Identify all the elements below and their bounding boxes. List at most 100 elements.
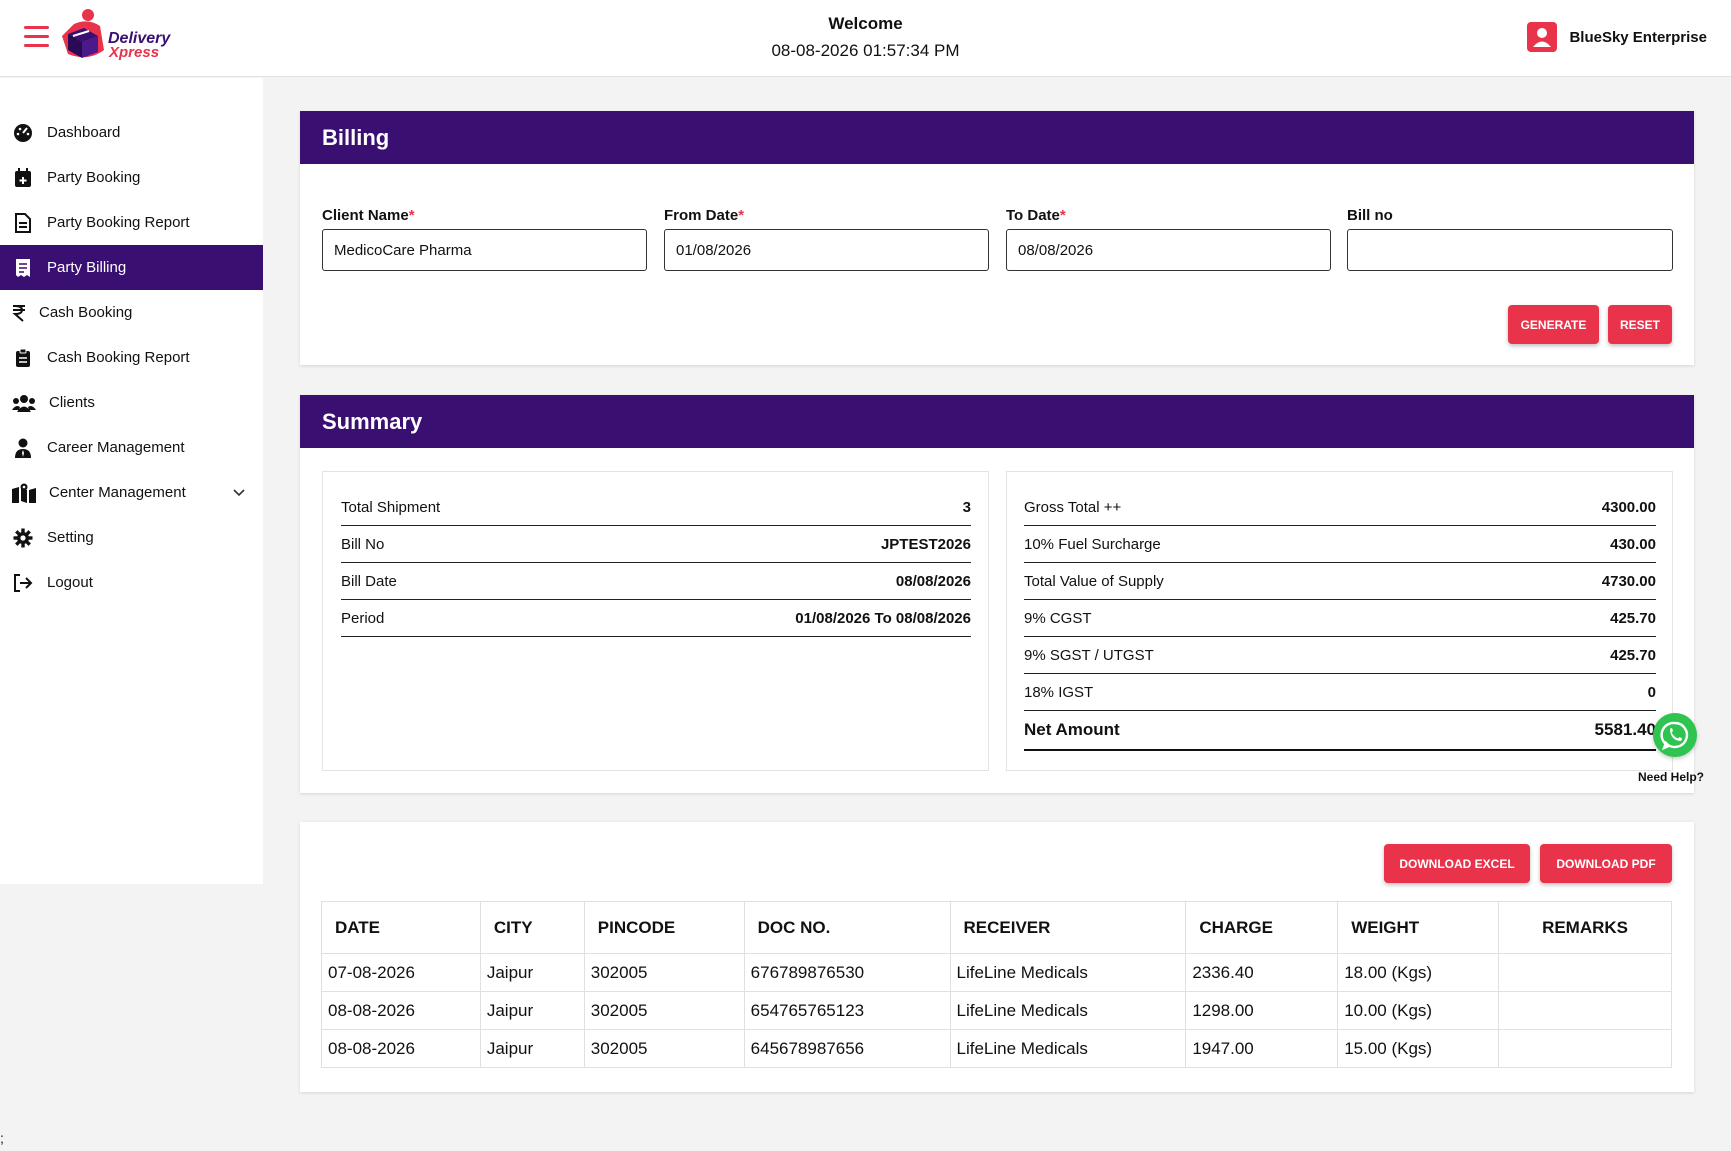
table-cell: 1947.00 (1185, 1029, 1339, 1068)
sidebar-item-label: Dashboard (47, 124, 121, 141)
sidebar-item-logout[interactable]: Logout (0, 560, 263, 605)
table-cell: 2336.40 (1185, 953, 1339, 992)
table-cell: 08-08-2026 (321, 1029, 481, 1068)
download-pdf-button[interactable]: DOWNLOAD PDF (1540, 844, 1672, 883)
summary-value: 4730.00 (1601, 572, 1656, 590)
summary-label: 9% SGST / UTGST (1024, 646, 1154, 664)
table-row: 07-08-2026 Jaipur 302005 676789876530 Li… (321, 953, 1672, 992)
sidebar-item-label: Cash Booking (39, 304, 133, 321)
user-icon (1527, 22, 1558, 52)
net-amount-value: 5581.40 (1594, 720, 1656, 739)
sidebar-item-label: Career Management (47, 439, 185, 456)
column-header[interactable]: CITY (479, 901, 585, 954)
map-icon (12, 483, 36, 503)
sidebar-item-label: Clients (49, 394, 95, 411)
table-cell: 645678987656 (743, 1029, 951, 1068)
table-cell: 302005 (583, 991, 745, 1030)
to-date-label: To Date* (1006, 207, 1066, 224)
table-cell: LifeLine Medicals (949, 991, 1187, 1030)
sidebar-item-party-booking[interactable]: Party Booking (0, 155, 263, 200)
column-header[interactable]: RECEIVER (949, 901, 1187, 954)
column-header[interactable]: REMARKS (1498, 901, 1672, 954)
user-menu[interactable]: BlueSky Enterprise (1527, 22, 1707, 52)
reset-button[interactable]: RESET (1608, 305, 1672, 344)
to-date-label-text: To Date (1006, 207, 1060, 224)
sidebar-item-dashboard[interactable]: Dashboard (0, 110, 263, 155)
whatsapp-icon[interactable] (1653, 713, 1697, 757)
billing-card: Billing Client Name* From Date* To Date*… (300, 111, 1694, 365)
summary-label: Bill Date (341, 572, 397, 590)
current-datetime: 08-08-2026 01:57:34 PM (771, 41, 960, 60)
net-amount-row: Net Amount 5581.40 (1024, 711, 1656, 751)
column-header[interactable]: CHARGE (1185, 901, 1339, 954)
sidebar-item-center-management[interactable]: Center Management (0, 470, 263, 515)
from-date-label: From Date* (664, 207, 744, 224)
table-cell: 302005 (583, 953, 745, 992)
table-row: 08-08-2026 Jaipur 302005 645678987656 Li… (321, 1029, 1672, 1068)
sidebar-item-party-billing[interactable]: Party Billing (0, 245, 263, 290)
summary-label: Bill No (341, 535, 385, 553)
column-header[interactable]: DATE (321, 901, 481, 954)
users-icon (12, 393, 36, 413)
table-cell: 10.00 (Kgs) (1337, 991, 1500, 1030)
download-excel-button[interactable]: DOWNLOAD EXCEL (1384, 844, 1530, 883)
column-header[interactable]: WEIGHT (1337, 901, 1500, 954)
to-date-input[interactable] (1006, 229, 1331, 271)
sidebar-item-label: Party Booking Report (47, 214, 190, 231)
user-tie-icon (12, 438, 34, 458)
summary-value: 430.00 (1610, 535, 1656, 553)
table-cell: LifeLine Medicals (949, 1029, 1187, 1068)
need-help-label[interactable]: Need Help? (1638, 770, 1704, 784)
gear-icon (12, 528, 34, 548)
summary-row: Bill Date 08/08/2026 (341, 563, 971, 600)
summary-value: 425.70 (1610, 609, 1656, 627)
sidebar-item-setting[interactable]: Setting (0, 515, 263, 560)
client-name-input[interactable] (322, 229, 647, 271)
sidebar-item-clients[interactable]: Clients (0, 380, 263, 425)
summary-card: Summary Total Shipment 3 Bill No JPTEST202… (300, 395, 1694, 793)
required-mark: * (738, 207, 745, 224)
sidebar-item-cash-booking[interactable]: Cash Booking (0, 290, 263, 335)
sidebar-item-label: Center Management (49, 484, 186, 501)
summary-label: Gross Total ++ (1024, 498, 1122, 516)
summary-row: Total Shipment 3 (341, 489, 971, 526)
logout-icon (12, 573, 34, 593)
summary-title: Summary (300, 395, 1694, 448)
column-header[interactable]: PINCODE (583, 901, 745, 954)
table-cell: 08-08-2026 (321, 991, 481, 1030)
bill-no-input[interactable] (1347, 229, 1673, 271)
table-cell (1498, 953, 1672, 992)
summary-left-panel: Total Shipment 3 Bill No JPTEST2026 Bill D… (322, 471, 989, 771)
sidebar-item-label: Setting (47, 529, 94, 546)
table-cell: 654765765123 (743, 991, 951, 1030)
sidebar-item-label: Party Booking (47, 169, 141, 186)
sidebar-item-label: Party Billing (47, 259, 127, 276)
summary-label: Total Value of Supply (1024, 572, 1164, 590)
sidebar-item-party-booking-report[interactable]: Party Booking Report (0, 200, 263, 245)
required-mark: * (1059, 207, 1066, 224)
net-amount-label: Net Amount (1024, 720, 1120, 739)
chevron-down-icon[interactable] (233, 484, 245, 501)
summary-row: 10% Fuel Surcharge 430.00 (1024, 526, 1656, 563)
bill-no-label: Bill no (1347, 207, 1393, 224)
table-cell: 1298.00 (1185, 991, 1339, 1030)
sidebar-item-career-management[interactable]: Career Management (0, 425, 263, 470)
summary-label: 9% CGST (1024, 609, 1092, 627)
receipt-icon (12, 258, 34, 278)
table-cell: Jaipur (479, 1029, 585, 1068)
summary-label: 10% Fuel Surcharge (1024, 535, 1161, 553)
summary-value: 0 (1647, 683, 1656, 701)
table-cell: Jaipur (479, 953, 585, 992)
column-header[interactable]: DOC NO. (743, 901, 951, 954)
dashboard-icon (12, 123, 34, 143)
generate-button[interactable]: GENERATE (1508, 305, 1599, 344)
summary-row: Gross Total ++ 4300.00 (1024, 489, 1656, 526)
sidebar-item-cash-booking-report[interactable]: Cash Booking Report (0, 335, 263, 380)
summary-value: JPTEST2026 (880, 535, 971, 553)
from-date-input[interactable] (664, 229, 989, 271)
summary-value: 01/08/2026 To 08/08/2026 (795, 609, 971, 627)
billing-title: Billing (300, 111, 1694, 164)
table-cell: LifeLine Medicals (949, 953, 1187, 992)
clipboard-icon (12, 348, 34, 368)
summary-row: Total Value of Supply 4730.00 (1024, 563, 1656, 600)
